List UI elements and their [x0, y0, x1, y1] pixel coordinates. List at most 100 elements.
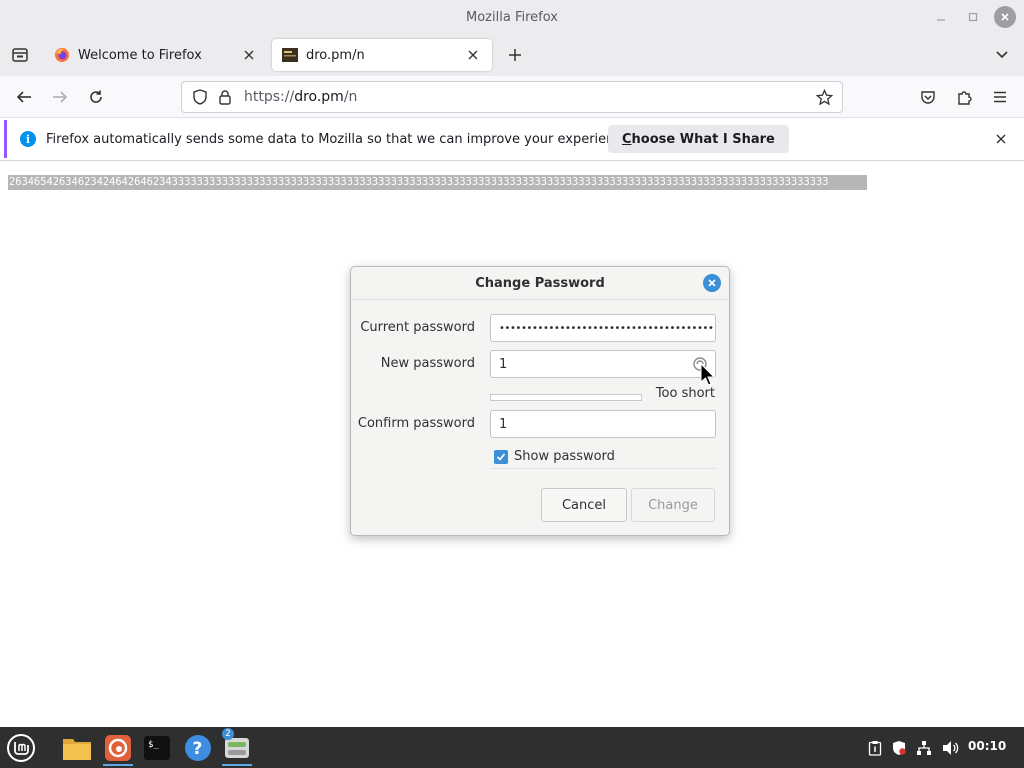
lock-icon	[219, 90, 231, 105]
maximize-button[interactable]	[962, 6, 984, 28]
taskbar-help[interactable]: ?	[181, 730, 215, 765]
chevron-down-icon	[996, 51, 1008, 59]
cancel-button[interactable]: Cancel	[541, 488, 627, 522]
close-icon	[708, 279, 716, 287]
notification-message: Firefox automatically sends some data to…	[46, 131, 634, 147]
tracking-protection-button[interactable]	[190, 87, 210, 107]
new-password-label: New password	[380, 356, 475, 371]
tray-security[interactable]	[890, 739, 908, 757]
firefox-view-icon	[12, 48, 28, 62]
folder-icon	[63, 738, 91, 760]
puzzle-icon	[958, 91, 972, 105]
close-icon	[1001, 13, 1009, 21]
forward-button[interactable]	[47, 84, 73, 110]
tray-network[interactable]	[915, 739, 933, 757]
notification-close-button[interactable]	[992, 130, 1010, 148]
extensions-button[interactable]	[951, 84, 977, 110]
maximize-icon	[968, 12, 978, 22]
speaker-icon	[943, 741, 959, 755]
show-password-toggle[interactable]: Show password	[490, 445, 716, 469]
url-text[interactable]: https://dro.pm/n	[244, 89, 812, 105]
site-info-button[interactable]	[216, 87, 234, 107]
url-path: /n	[343, 89, 358, 105]
start-menu-button[interactable]	[4, 730, 38, 765]
show-password-checkbox[interactable]	[494, 449, 508, 464]
window-titlebar: Mozilla Firefox	[0, 0, 1024, 34]
window-title: Mozilla Firefox	[466, 9, 558, 25]
tab-label: Welcome to Firefox	[78, 47, 202, 63]
new-tab-button[interactable]	[503, 43, 527, 67]
change-password-dialog: Change Password Current password •••••••…	[350, 266, 730, 536]
url-host: dro.pm	[294, 89, 344, 105]
window-close-button[interactable]	[994, 6, 1016, 28]
button-label-rest: hoose What I Share	[631, 131, 775, 147]
navigation-toolbar: https://dro.pm/n	[0, 76, 1024, 118]
list-all-tabs-button[interactable]	[990, 43, 1014, 67]
close-icon	[244, 50, 254, 60]
password-strength-text: Too short	[655, 386, 715, 401]
checkmark-icon	[496, 452, 506, 461]
show-password-label: Show password	[514, 449, 615, 464]
application-menu-button[interactable]	[987, 84, 1013, 110]
network-icon	[917, 741, 931, 755]
firefox-app-icon	[105, 734, 131, 761]
arrow-left-icon	[16, 91, 31, 103]
minimize-icon	[937, 19, 945, 21]
taskbar-terminal[interactable]: $_	[140, 730, 174, 765]
bookmark-star-button[interactable]	[812, 85, 836, 109]
tab-dro-pm[interactable]: dro.pm/n	[272, 39, 492, 71]
current-password-field[interactable]: ••••••••••••••••••••••••••••••••••••••••…	[490, 314, 716, 342]
data-reporting-notification: i Firefox automatically sends some data …	[4, 120, 1022, 158]
new-password-value: 1	[499, 356, 508, 372]
choose-what-i-share-button[interactable]: Choose What I Share	[608, 125, 789, 153]
pocket-icon	[921, 91, 935, 104]
dialog-close-button[interactable]	[703, 274, 721, 292]
tab-close-button[interactable]	[240, 46, 258, 64]
shield-icon	[193, 89, 207, 105]
dialog-title: Change Password	[475, 275, 605, 291]
url-scheme: https://	[244, 89, 295, 105]
plus-icon	[509, 49, 521, 61]
dro-pm-favicon-icon	[282, 48, 298, 62]
taskbar-files[interactable]	[60, 730, 94, 765]
tab-close-button[interactable]	[464, 46, 482, 64]
tab-label: dro.pm/n	[306, 47, 365, 63]
system-taskbar: $_ ? 2 00:10	[0, 727, 1024, 768]
notification-divider	[0, 160, 1024, 161]
close-icon	[468, 50, 478, 60]
dialog-title-divider	[351, 299, 729, 300]
svg-text:?: ?	[193, 739, 203, 759]
workspace-badge: 2	[222, 728, 234, 740]
reload-button[interactable]	[83, 84, 109, 110]
clipboard-icon	[868, 741, 882, 756]
shield-icon	[893, 741, 906, 755]
arrow-right-icon	[53, 91, 68, 103]
password-strength-bar	[490, 394, 642, 401]
url-bar[interactable]: https://dro.pm/n	[181, 81, 843, 113]
hamburger-menu-icon	[994, 91, 1006, 103]
firefox-view-button[interactable]	[8, 43, 32, 67]
info-icon: i	[20, 131, 36, 147]
back-button[interactable]	[11, 84, 37, 110]
pocket-button[interactable]	[915, 84, 941, 110]
svg-text:$_: $_	[148, 740, 159, 750]
clock[interactable]: 00:10	[968, 739, 1006, 753]
taskbar-firefox[interactable]	[101, 730, 135, 766]
close-icon	[996, 134, 1006, 144]
selected-page-text[interactable]: 2634654263462342464264623433333333333333…	[8, 175, 867, 190]
new-password-field[interactable]: 1	[490, 350, 716, 378]
minimize-button[interactable]	[930, 6, 952, 28]
mouse-cursor-icon	[700, 363, 716, 386]
terminal-icon: $_	[144, 735, 170, 760]
tray-volume[interactable]	[941, 739, 961, 757]
reload-icon	[90, 90, 102, 103]
current-password-label: Current password	[360, 320, 475, 335]
tab-welcome-to-firefox[interactable]: Welcome to Firefox	[44, 39, 268, 71]
firefox-logo-icon	[55, 48, 69, 62]
confirm-password-field[interactable]: 1	[490, 410, 716, 438]
tray-update-manager[interactable]	[866, 739, 884, 757]
change-button[interactable]: Change	[631, 488, 715, 522]
confirm-password-label: Confirm password	[357, 416, 475, 431]
linux-mint-logo-icon	[7, 733, 35, 762]
window-controls	[930, 6, 1016, 28]
